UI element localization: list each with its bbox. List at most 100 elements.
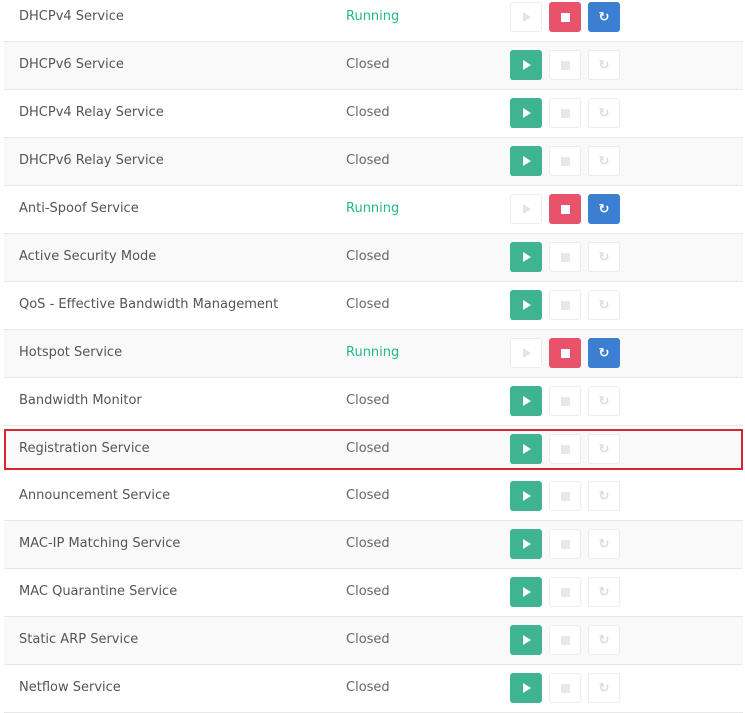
play-icon (523, 635, 531, 645)
service-row: QoS - Effective Bandwidth Management Clos… (4, 282, 743, 330)
restart-button: ↻ (588, 290, 620, 320)
stop-icon (560, 587, 570, 597)
service-actions: ↻ (510, 290, 620, 320)
service-name: Hotspot Service (19, 345, 123, 360)
service-row: Static ARP Service Closed ↻ (4, 617, 743, 665)
service-status: Running (346, 345, 400, 360)
play-icon (523, 60, 531, 70)
restart-button: ↻ (588, 386, 620, 416)
stop-icon (560, 539, 570, 549)
start-button[interactable] (510, 577, 542, 607)
refresh-icon: ↻ (598, 680, 610, 696)
start-button[interactable] (510, 481, 542, 511)
service-row: DHCPv4 Service Running ↻ (4, 0, 743, 42)
service-actions: ↻ (510, 434, 620, 464)
stop-icon (560, 252, 570, 262)
restart-button[interactable]: ↻ (588, 194, 620, 224)
play-icon (523, 539, 531, 549)
play-icon (523, 348, 531, 358)
stop-icon (560, 396, 570, 406)
service-row: Bandwidth Monitor Closed ↻ (4, 378, 743, 426)
service-actions: ↻ (510, 50, 620, 80)
service-actions: ↻ (510, 98, 620, 128)
service-name: QoS - Effective Bandwidth Management (19, 297, 279, 312)
refresh-icon: ↻ (598, 153, 610, 169)
play-icon (523, 491, 531, 501)
service-actions: ↻ (510, 194, 620, 224)
start-button (510, 194, 542, 224)
start-button[interactable] (510, 434, 542, 464)
restart-button[interactable]: ↻ (588, 338, 620, 368)
stop-icon (560, 683, 570, 693)
start-button[interactable] (510, 673, 542, 703)
service-name: Registration Service (19, 441, 150, 456)
restart-button: ↻ (588, 146, 620, 176)
service-status: Closed (346, 632, 390, 647)
service-row: Active Security Mode Closed ↻ (4, 234, 743, 282)
service-row: Announcement Service Closed ↻ (4, 473, 743, 521)
service-name: Netflow Service (19, 680, 121, 695)
service-row: Registration Service Closed ↻ (4, 429, 743, 470)
start-button[interactable] (510, 290, 542, 320)
stop-button (549, 50, 581, 80)
service-status: Closed (346, 105, 390, 120)
restart-button: ↻ (588, 673, 620, 703)
start-button[interactable] (510, 146, 542, 176)
service-status: Closed (346, 536, 390, 551)
service-actions: ↻ (510, 481, 620, 511)
service-status: Closed (346, 57, 390, 72)
service-actions: ↻ (510, 2, 620, 32)
start-button[interactable] (510, 242, 542, 272)
play-icon (523, 444, 531, 454)
stop-icon (560, 108, 570, 118)
stop-icon (560, 491, 570, 501)
service-row: DHCPv4 Relay Service Closed ↻ (4, 90, 743, 138)
service-status: Running (346, 201, 400, 216)
service-name: Anti-Spoof Service (19, 201, 139, 216)
service-actions: ↻ (510, 625, 620, 655)
stop-icon (560, 348, 570, 358)
stop-button (549, 577, 581, 607)
play-icon (523, 108, 531, 118)
service-row: DHCPv6 Service Closed ↻ (4, 42, 743, 90)
play-icon (523, 12, 531, 22)
service-actions: ↻ (510, 577, 620, 607)
stop-button[interactable] (549, 194, 581, 224)
play-icon (523, 204, 531, 214)
stop-button (549, 434, 581, 464)
service-actions: ↻ (510, 386, 620, 416)
stop-button (549, 386, 581, 416)
service-status: Closed (346, 297, 390, 312)
start-button[interactable] (510, 529, 542, 559)
service-name: DHCPv4 Relay Service (19, 105, 164, 120)
play-icon (523, 252, 531, 262)
stop-icon (560, 12, 570, 22)
restart-button[interactable]: ↻ (588, 2, 620, 32)
restart-button: ↻ (588, 577, 620, 607)
start-button (510, 2, 542, 32)
stop-button[interactable] (549, 338, 581, 368)
restart-button: ↻ (588, 434, 620, 464)
stop-icon (560, 60, 570, 70)
restart-button: ↻ (588, 625, 620, 655)
refresh-icon: ↻ (598, 297, 610, 313)
service-status: Closed (346, 441, 390, 456)
stop-button[interactable] (549, 2, 581, 32)
start-button[interactable] (510, 98, 542, 128)
refresh-icon: ↻ (598, 632, 610, 648)
start-button[interactable] (510, 50, 542, 80)
stop-button (549, 290, 581, 320)
service-row: MAC Quarantine Service Closed ↻ (4, 569, 743, 617)
play-icon (523, 300, 531, 310)
restart-button: ↻ (588, 50, 620, 80)
play-icon (523, 683, 531, 693)
services-table: DHCPv4 Service Running ↻ DHCPv6 Service Clos… (4, 0, 743, 713)
stop-icon (560, 300, 570, 310)
service-actions: ↻ (510, 242, 620, 272)
start-button[interactable] (510, 625, 542, 655)
stop-button (549, 146, 581, 176)
stop-button (549, 529, 581, 559)
play-icon (523, 396, 531, 406)
start-button[interactable] (510, 386, 542, 416)
service-row: Netflow Service Closed ↻ (4, 665, 743, 713)
